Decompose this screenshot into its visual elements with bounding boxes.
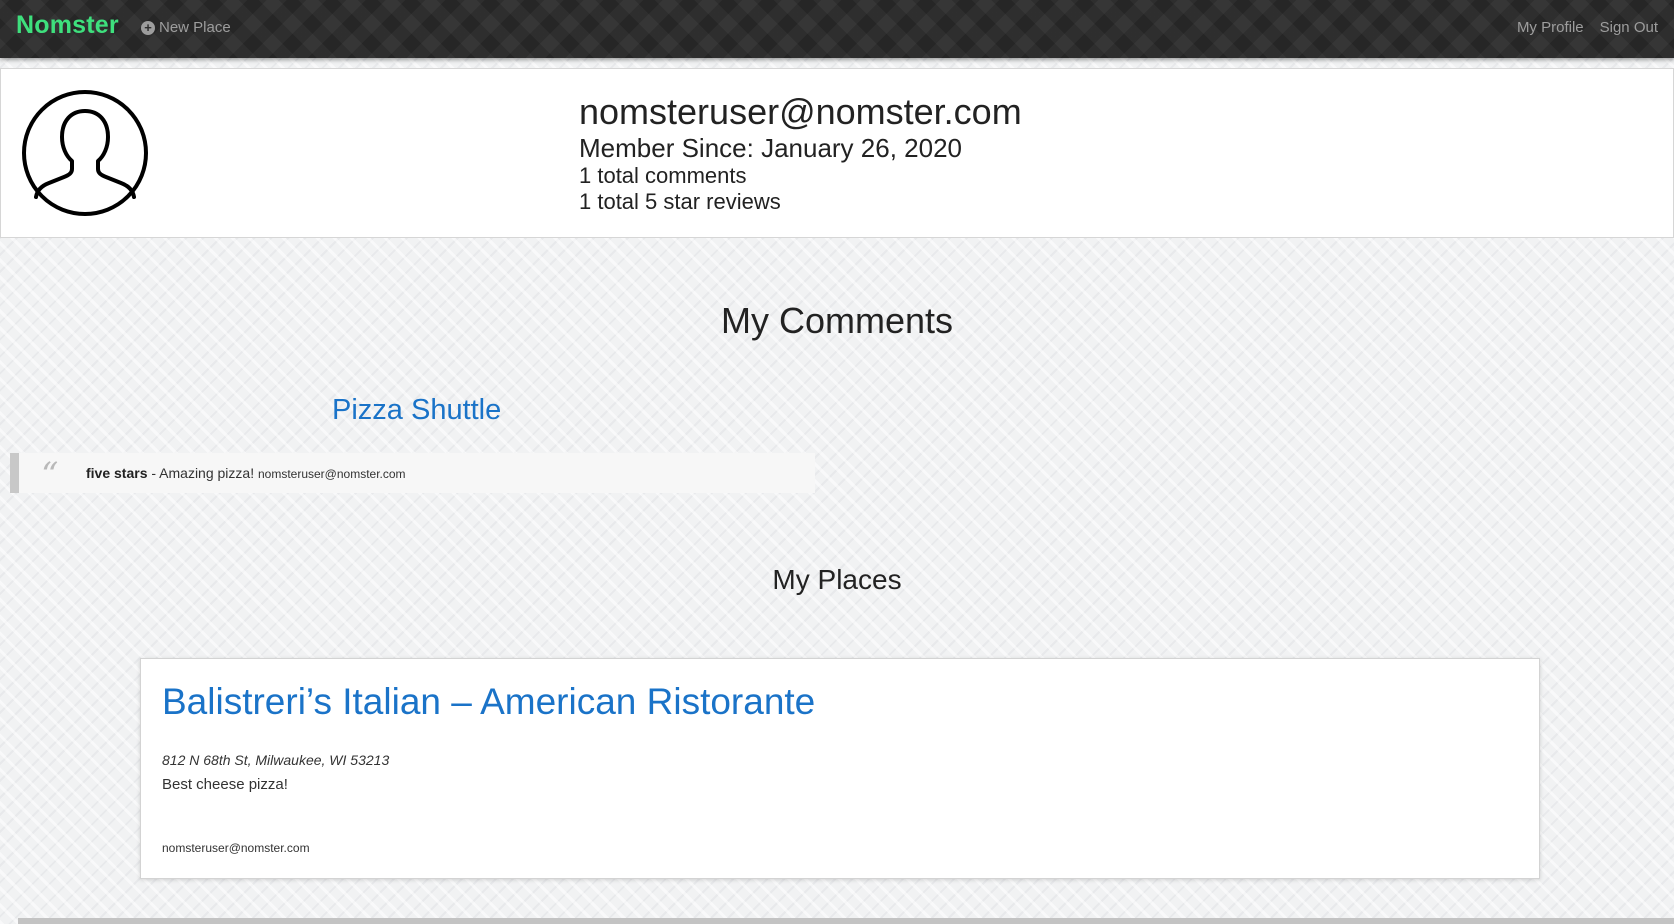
quote-icon: “ <box>41 455 59 495</box>
my-comments-heading: My Comments <box>720 300 954 341</box>
place-owner: nomsteruser@nomster.com <box>162 841 310 855</box>
member-since: Member Since: January 26, 2020 <box>579 133 962 163</box>
plus-circle-icon: + <box>141 20 155 35</box>
nav-right-links: My Profile Sign Out <box>1517 19 1658 36</box>
horizontal-scrollbar[interactable] <box>18 918 1674 924</box>
brand-logo-link[interactable]: Nomster <box>16 11 119 40</box>
place-name-link[interactable]: Balistreri’s Italian – American Ristoran… <box>162 681 815 723</box>
profile-email: nomsteruser@nomster.com <box>579 91 1022 132</box>
comment-separator: - <box>147 465 160 481</box>
top-navbar: Nomster + New Place My Profile Sign Out <box>0 0 1674 58</box>
user-silhouette-icon <box>22 90 148 216</box>
comment-text: five stars - Amazing pizza! nomsteruser@… <box>86 465 406 481</box>
place-description: Best cheese pizza! <box>162 776 288 793</box>
total-five-star-stat: 1 total 5 star reviews <box>579 189 781 214</box>
comment-rating: five stars <box>86 465 148 481</box>
profile-panel: nomsteruser@nomster.com Member Since: Ja… <box>0 68 1674 238</box>
new-place-label: New Place <box>159 19 231 36</box>
my-places-heading: My Places <box>772 564 902 595</box>
my-profile-link[interactable]: My Profile <box>1517 19 1584 36</box>
new-place-link[interactable]: + New Place <box>141 19 231 36</box>
place-address: 812 N 68th St, Milwaukee, WI 53213 <box>162 752 390 768</box>
comment-message: Amazing pizza! <box>159 465 255 481</box>
comment-blockquote: “ five stars - Amazing pizza! nomsteruse… <box>10 453 815 495</box>
comment-author: nomsteruser@nomster.com <box>257 467 406 481</box>
comment-place-link[interactable]: Pizza Shuttle <box>332 394 501 427</box>
place-card: Balistreri’s Italian – American Ristoran… <box>140 658 1540 879</box>
sign-out-link[interactable]: Sign Out <box>1600 19 1658 36</box>
profile-info: nomsteruser@nomster.com Member Since: Ja… <box>579 91 1022 215</box>
total-comments-stat: 1 total comments <box>579 163 747 188</box>
